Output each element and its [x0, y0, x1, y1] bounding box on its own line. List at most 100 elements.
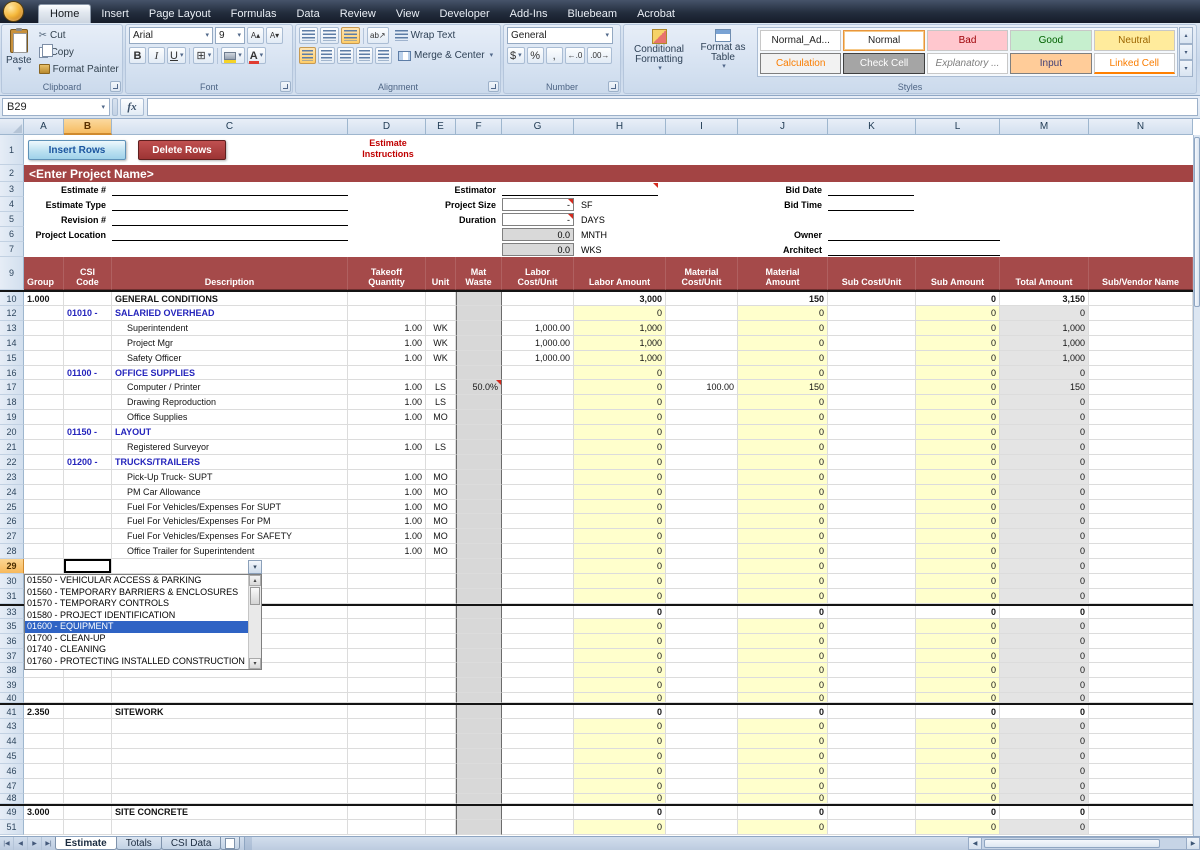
cell-K13[interactable] [828, 321, 916, 336]
cell-F28[interactable] [456, 544, 502, 559]
cell-H16[interactable]: 0 [574, 366, 666, 381]
cell-E13[interactable]: WK [426, 321, 456, 336]
cell-I29[interactable] [666, 559, 738, 574]
row-header-1[interactable]: 1 [0, 135, 24, 165]
insert-function-button[interactable]: fx [120, 98, 144, 116]
cell-C22[interactable]: TRUCKS/TRAILERS [112, 455, 348, 470]
cell-K49[interactable] [828, 806, 916, 820]
cell-D26[interactable]: 1.00 [348, 514, 426, 529]
style-chip-explanatory[interactable]: Explanatory ... [927, 53, 1008, 74]
cell-J49[interactable]: 0 [738, 806, 828, 820]
cell-M35[interactable]: 0 [1000, 619, 1089, 634]
cell-I22[interactable] [666, 455, 738, 470]
cell-L47[interactable]: 0 [916, 779, 1000, 794]
row-header-27[interactable]: 27 [0, 529, 24, 544]
cell-A48[interactable] [24, 794, 64, 804]
dropdown-item-01550[interactable]: 01550 - VEHICULAR ACCESS & PARKING [25, 575, 248, 587]
cell-C25[interactable]: Fuel For Vehicles/Expenses For SUPT [112, 500, 348, 515]
cell-K44[interactable] [828, 734, 916, 749]
cell-A23[interactable] [24, 470, 64, 485]
cell-E45[interactable] [426, 749, 456, 764]
row-header-2[interactable]: 2 [0, 165, 24, 182]
cell-K27[interactable] [828, 529, 916, 544]
column-header-c[interactable]: C [112, 119, 348, 135]
cell-J18[interactable]: 0 [738, 395, 828, 410]
cell-J26[interactable]: 0 [738, 514, 828, 529]
row-header-14[interactable]: 14 [0, 336, 24, 351]
first-sheet-button[interactable]: |◀ [0, 837, 14, 850]
cell-K15[interactable] [828, 351, 916, 366]
cell-M48[interactable]: 0 [1000, 794, 1089, 804]
row-header-26[interactable]: 26 [0, 514, 24, 529]
style-chip-normal-ad[interactable]: Normal_Ad... [760, 30, 841, 51]
row-header-24[interactable]: 24 [0, 485, 24, 500]
cell-K19[interactable] [828, 410, 916, 425]
cell-G31[interactable] [502, 589, 574, 604]
cell-J41[interactable]: 0 [738, 705, 828, 719]
row-header-44[interactable]: 44 [0, 734, 24, 749]
cell-B27[interactable] [64, 529, 112, 544]
cell-I51[interactable] [666, 820, 738, 835]
insert-worksheet-tab[interactable] [220, 837, 240, 850]
cell-G25[interactable] [502, 500, 574, 515]
cell-N41[interactable] [1089, 705, 1193, 719]
row-header-18[interactable]: 18 [0, 395, 24, 410]
cell-J31[interactable]: 0 [738, 589, 828, 604]
column-header-e[interactable]: E [426, 119, 456, 135]
previous-sheet-button[interactable]: ◀ [14, 837, 28, 850]
cell-G47[interactable] [502, 779, 574, 794]
row-header-20[interactable]: 20 [0, 425, 24, 440]
name-box[interactable]: B29▾ [2, 98, 110, 116]
cell-K31[interactable] [828, 589, 916, 604]
cell-H13[interactable]: 1,000 [574, 321, 666, 336]
cell-E38[interactable] [426, 663, 456, 678]
align-middle-button[interactable] [320, 27, 339, 44]
column-header-i[interactable]: I [666, 119, 738, 135]
borders-button[interactable]: ⊞▾ [193, 47, 214, 64]
cell-F26[interactable] [456, 514, 502, 529]
cell-M38[interactable]: 0 [1000, 663, 1089, 678]
cell-N22[interactable] [1089, 455, 1193, 470]
clipboard-dialog-launcher[interactable] [110, 81, 121, 92]
cell-F17[interactable]: 50.0% [456, 380, 502, 395]
alignment-dialog-launcher[interactable] [488, 81, 499, 92]
cell-K36[interactable] [828, 634, 916, 649]
cell-N43[interactable] [1089, 719, 1193, 734]
row-header-46[interactable]: 46 [0, 764, 24, 779]
row-header-48[interactable]: 48 [0, 794, 24, 804]
cell-E29[interactable] [426, 559, 456, 574]
cell-F46[interactable] [456, 764, 502, 779]
cell-D46[interactable] [348, 764, 426, 779]
cell-F13[interactable] [456, 321, 502, 336]
cell-K30[interactable] [828, 574, 916, 589]
cell-L24[interactable]: 0 [916, 485, 1000, 500]
cell-L26[interactable]: 0 [916, 514, 1000, 529]
cell-H23[interactable]: 0 [574, 470, 666, 485]
cell-G27[interactable] [502, 529, 574, 544]
cell-B28[interactable] [64, 544, 112, 559]
cell-I20[interactable] [666, 425, 738, 440]
cell-F43[interactable] [456, 719, 502, 734]
ribbon-tab-view[interactable]: View [386, 4, 430, 23]
sheet-tab-totals[interactable]: Totals [116, 837, 162, 850]
cell-J47[interactable]: 0 [738, 779, 828, 794]
wrap-text-button[interactable]: Wrap Text [391, 27, 460, 44]
cell-M18[interactable]: 0 [1000, 395, 1089, 410]
cell-L16[interactable]: 0 [916, 366, 1000, 381]
cell-N37[interactable] [1089, 649, 1193, 664]
cell-E51[interactable] [426, 820, 456, 835]
cell-E18[interactable]: LS [426, 395, 456, 410]
format-as-table-button[interactable]: Format as Table ▾ [691, 27, 755, 80]
cell-G23[interactable] [502, 470, 574, 485]
row-header-35[interactable]: 35 [0, 619, 24, 634]
cell-C39[interactable] [112, 678, 348, 693]
cell-K48[interactable] [828, 794, 916, 804]
cell-G20[interactable] [502, 425, 574, 440]
cell-C14[interactable]: Project Mgr [112, 336, 348, 351]
revision-field[interactable] [112, 213, 348, 226]
cell-B25[interactable] [64, 500, 112, 515]
cell-M28[interactable]: 0 [1000, 544, 1089, 559]
sheet-tab-csi-data[interactable]: CSI Data [161, 837, 222, 850]
cell-F20[interactable] [456, 425, 502, 440]
cell-M12[interactable]: 0 [1000, 306, 1089, 321]
